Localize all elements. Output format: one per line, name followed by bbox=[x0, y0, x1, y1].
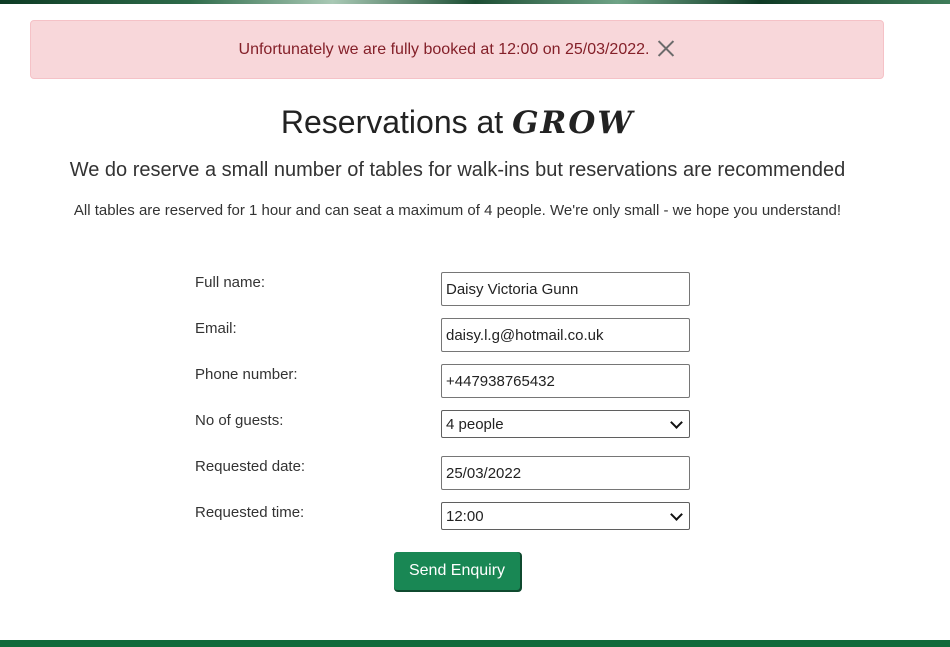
footer-bar bbox=[0, 640, 950, 647]
email-value: daisy.l.g@hotmail.co.uk bbox=[446, 326, 604, 344]
guests-select[interactable]: 4 people bbox=[441, 410, 690, 438]
full-name-field[interactable]: Daisy Victoria Gunn bbox=[441, 272, 690, 306]
time-select[interactable]: 12:00 bbox=[441, 502, 690, 530]
header-image-strip bbox=[0, 0, 950, 4]
chevron-down-icon bbox=[670, 507, 683, 521]
chevron-down-icon bbox=[670, 415, 683, 429]
page-title: Reservations at GROW bbox=[0, 104, 915, 141]
close-icon[interactable] bbox=[657, 39, 675, 57]
date-label: Requested date: bbox=[195, 458, 306, 475]
reservation-note: All tables are reserved for 1 hour and c… bbox=[73, 202, 842, 219]
guests-label: No of guests: bbox=[195, 412, 284, 429]
page-subheading: We do reserve a small number of tables f… bbox=[69, 159, 846, 181]
date-field[interactable]: 25/03/2022 bbox=[441, 456, 690, 490]
title-prefix: Reservations at bbox=[280, 104, 504, 140]
time-label: Requested time: bbox=[195, 504, 305, 521]
full-name-value: Daisy Victoria Gunn bbox=[446, 280, 579, 298]
phone-value: +447938765432 bbox=[446, 372, 555, 390]
alert-message: Unfortunately we are fully booked at 12:… bbox=[238, 40, 650, 58]
full-name-label: Full name: bbox=[195, 274, 266, 291]
booking-alert: Unfortunately we are fully booked at 12:… bbox=[30, 20, 884, 79]
email-field[interactable]: daisy.l.g@hotmail.co.uk bbox=[441, 318, 690, 352]
guests-value: 4 people bbox=[446, 415, 504, 433]
date-value: 25/03/2022 bbox=[446, 464, 522, 482]
send-enquiry-button[interactable]: Send Enquiry bbox=[394, 552, 520, 590]
phone-label: Phone number: bbox=[195, 366, 298, 383]
phone-field[interactable]: +447938765432 bbox=[441, 364, 690, 398]
email-label: Email: bbox=[195, 320, 237, 337]
brand-name: GROW bbox=[512, 105, 635, 141]
time-value: 12:00 bbox=[446, 507, 484, 525]
